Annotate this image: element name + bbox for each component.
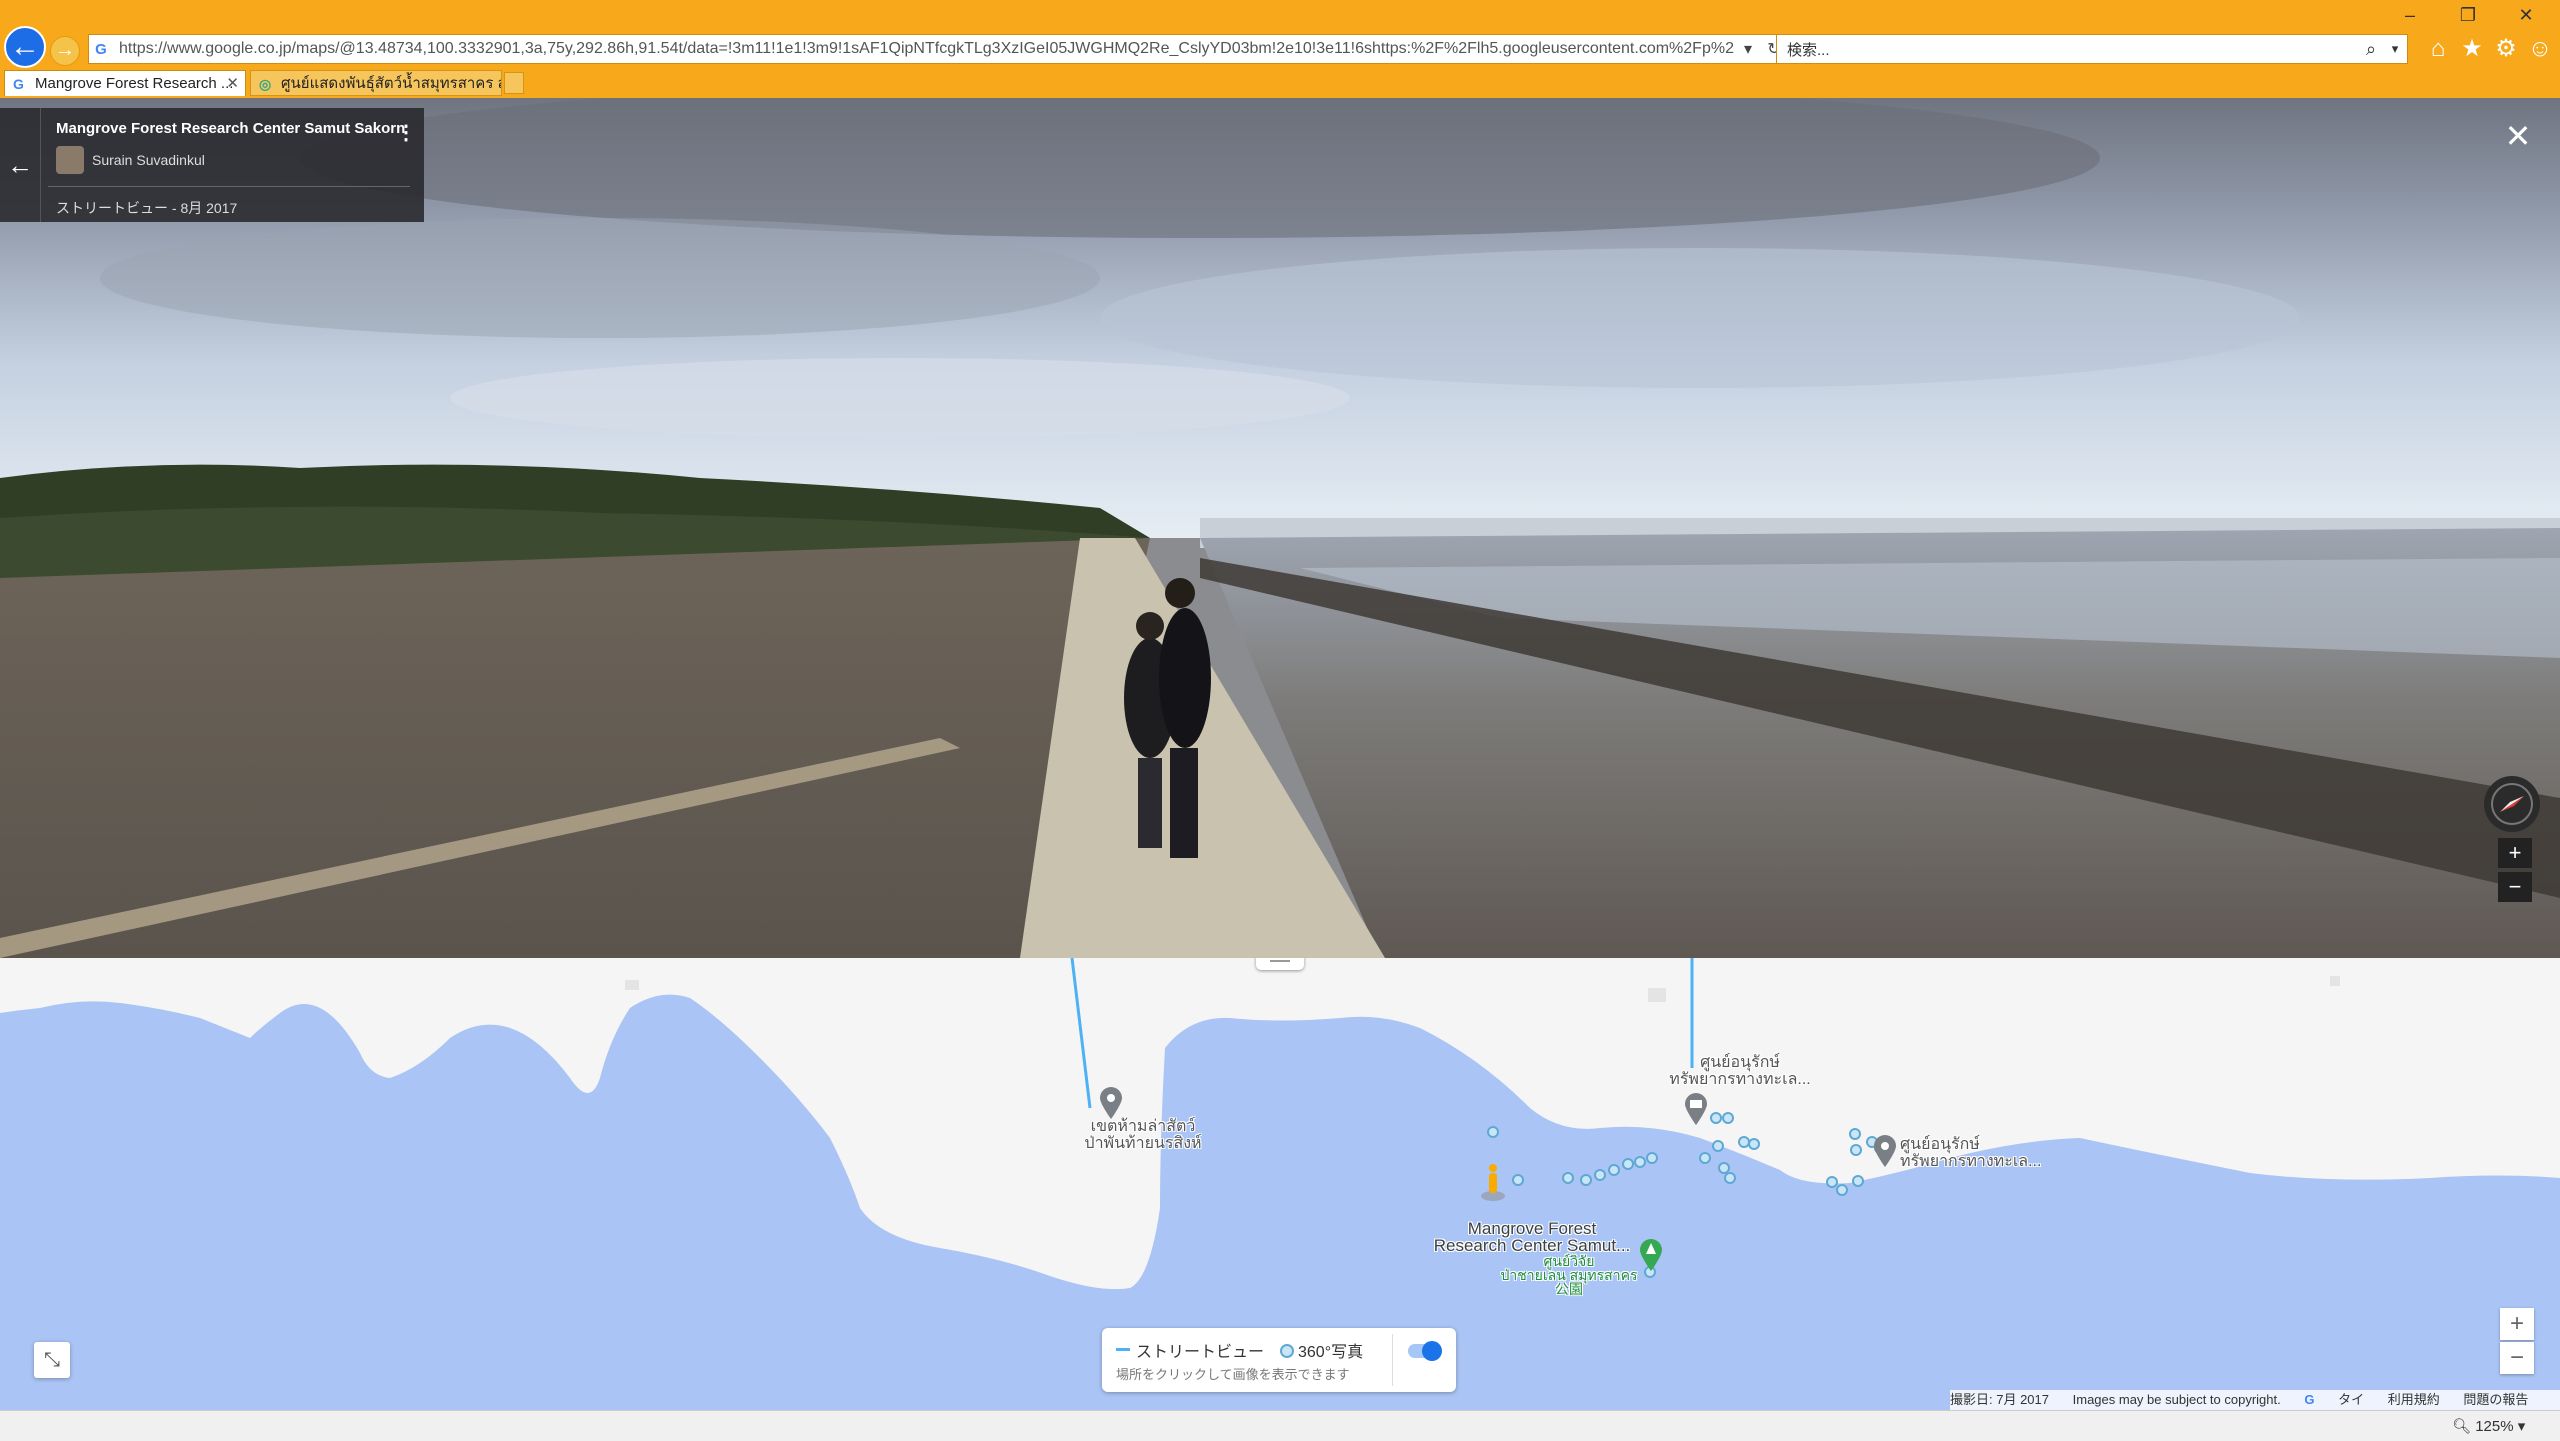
forward-button[interactable]: →: [50, 36, 80, 66]
legend-photos-label: 360°写真: [1298, 1344, 1364, 1361]
new-tab-button[interactable]: [504, 72, 524, 94]
home-icon[interactable]: ⌂: [2424, 34, 2452, 64]
map-label-park[interactable]: ศูนย์วิจัย ป่าชายเลน สมุทรสาคร 公園: [1494, 1254, 1644, 1296]
settings-gear-icon[interactable]: ⚙: [2492, 34, 2520, 64]
street-view-panorama[interactable]: ← Mangrove Forest Research Center Samut …: [0, 98, 2560, 958]
favorites-star-icon[interactable]: ★: [2458, 34, 2486, 64]
streetview-zoom-in-button[interactable]: +: [2498, 838, 2532, 868]
browser-toolbar: – ❐ ✕ ← → G https://www.google.co.jp/map…: [0, 0, 2560, 98]
zoom-magnifier-icon: 🔍︎: [2452, 1418, 2472, 1435]
exit-fullscreen-icon[interactable]: ⤡: [34, 1342, 70, 1378]
streetview-zoom-out-button[interactable]: −: [2498, 872, 2532, 902]
capture-date: ストリートビュー - 8月 2017: [56, 200, 238, 216]
back-arrow-icon[interactable]: ←: [0, 108, 41, 222]
search-placeholder[interactable]: 検索...: [1777, 39, 2359, 60]
search-dropdown-icon[interactable]: ▾: [2383, 41, 2407, 57]
address-bar[interactable]: G https://www.google.co.jp/maps/@13.4873…: [88, 34, 1788, 64]
map-label-sanctuary[interactable]: เขตห้ามล่าสัตว์ ป่าพันท้ายนรสิงห์: [1068, 1118, 1218, 1152]
map-label-mangrove-center[interactable]: Mangrove Forest Research Center Samut...: [1432, 1220, 1632, 1254]
author-name[interactable]: Surain Suvadinkul: [92, 152, 205, 168]
page-favicon-icon: ◎: [259, 76, 272, 92]
close-window-button[interactable]: ✕: [2506, 4, 2546, 26]
legend-streetview-label: ストリートビュー: [1136, 1344, 1265, 1361]
browser-status-bar: 🔍︎ 125% ▾: [0, 1410, 2560, 1441]
more-options-icon[interactable]: ⋮: [396, 120, 416, 145]
google-favicon-icon: G: [13, 76, 24, 92]
capture-date-text: 撮影日: 7月 2017: [1950, 1392, 2049, 1407]
close-streetview-icon[interactable]: ✕: [2500, 118, 2536, 154]
map-label-conservation-center-2[interactable]: ศูนย์อนุรักษ์ ทรัพยากรทางทะเล...: [1900, 1136, 2060, 1170]
google-favicon-icon: G: [95, 40, 107, 58]
panel-resize-handle[interactable]: [1256, 958, 1304, 970]
google-logo-icon: G: [2304, 1392, 2315, 1407]
zoom-dropdown-icon[interactable]: ▾: [2518, 1418, 2526, 1435]
location-pin-icon[interactable]: [1098, 1086, 1124, 1120]
map-zoom-in-button[interactable]: +: [2500, 1308, 2534, 1340]
feedback-smiley-icon[interactable]: ☺: [2526, 34, 2554, 64]
place-title[interactable]: Mangrove Forest Research Center Samut Sa…: [56, 120, 405, 137]
map-attribution-bar: 撮影日: 7月 2017 Images may be subject to co…: [1950, 1390, 2560, 1410]
legend-hint: 場所をクリックして画像を表示できます: [1116, 1367, 1350, 1382]
map-panel[interactable]: เขตห้ามล่าสัตว์ ป่าพันท้ายนรสิงห์ ศูนย์อ…: [0, 958, 2560, 1410]
pegman-icon[interactable]: [1478, 1162, 1508, 1202]
map-label-conservation-center[interactable]: ศูนย์อนุรักษ์ ทรัพยากรทางทะเล...: [1660, 1054, 1820, 1088]
report-link[interactable]: 問題の報告: [2463, 1392, 2528, 1407]
zoom-level[interactable]: 🔍︎ 125% ▾: [2452, 1417, 2525, 1435]
author-avatar[interactable]: [56, 146, 84, 174]
photo-dot-icon: [1280, 1344, 1294, 1358]
search-icon[interactable]: ⌕: [2359, 39, 2383, 60]
url-text[interactable]: https://www.google.co.jp/maps/@13.48734,…: [113, 40, 1735, 58]
country-link[interactable]: タイ: [2338, 1392, 2364, 1407]
map-zoom-out-button[interactable]: −: [2500, 1342, 2534, 1374]
zoom-value: 125%: [2475, 1418, 2514, 1435]
search-box[interactable]: 検索... ⌕ ▾: [1776, 34, 2408, 64]
streetview-line-icon: [1116, 1348, 1130, 1351]
copyright-text: Images may be subject to copyright.: [2072, 1392, 2281, 1407]
url-dropdown-icon[interactable]: ▾: [1735, 39, 1761, 59]
minimize-button[interactable]: –: [2390, 4, 2430, 26]
streetview-info-card: ← Mangrove Forest Research Center Samut …: [0, 108, 424, 222]
legend-divider: [1392, 1334, 1393, 1386]
compass-icon[interactable]: [2484, 776, 2540, 832]
tab-aquarium[interactable]: ◎ ศูนย์แสดงพันธุ์สัตว์น้ำสมุทรสาคร สม...: [250, 70, 502, 96]
tab-label: ศูนย์แสดงพันธุ์สัตว์น้ำสมุทรสาคร สม...: [281, 75, 501, 92]
divider: [48, 186, 410, 187]
terms-link[interactable]: 利用規約: [2388, 1392, 2440, 1407]
location-pin-icon[interactable]: [1872, 1134, 1898, 1168]
streetview-legend: ストリートビュー 360°写真 場所をクリックして画像を表示できます: [1102, 1328, 1456, 1392]
back-button[interactable]: ←: [4, 26, 46, 68]
close-tab-icon[interactable]: ✕: [226, 71, 239, 96]
tab-mangrove-forest[interactable]: G Mangrove Forest Research ... ✕: [4, 70, 246, 96]
restore-button[interactable]: ❐: [2448, 4, 2488, 26]
photo-layer-toggle[interactable]: [1408, 1341, 1442, 1361]
panorama-image[interactable]: [0, 98, 2560, 958]
tab-label: Mangrove Forest Research ...: [35, 75, 234, 92]
museum-pin-icon[interactable]: [1683, 1092, 1709, 1126]
